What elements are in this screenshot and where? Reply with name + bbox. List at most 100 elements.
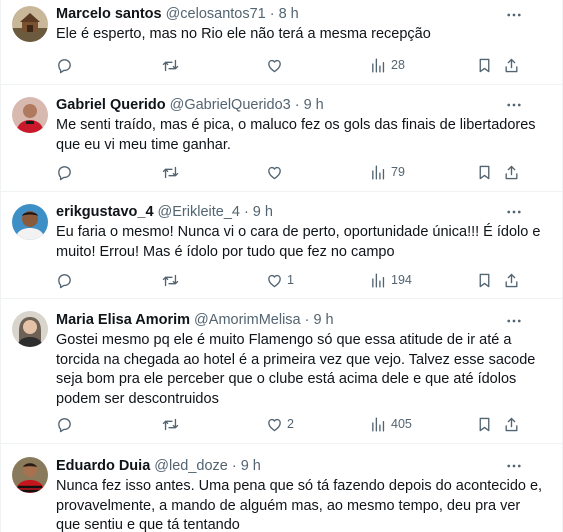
man-portrait-avatar[interactable] <box>12 204 48 240</box>
reply-tweet[interactable]: Gabriel Querido @GabrielQuerido3 · 9 h M… <box>1 85 562 192</box>
view-count: 194 <box>391 273 412 287</box>
timestamp[interactable]: 9 h <box>313 312 333 328</box>
views-button[interactable]: 79 <box>370 162 405 182</box>
retweet-icon <box>162 272 179 289</box>
wooden-hut-avatar[interactable] <box>12 6 48 42</box>
tweet-text-line: Eu faria o mesmo! Nunca vi o cara de per… <box>56 224 541 240</box>
retweet-button[interactable] <box>162 414 179 434</box>
share-icon <box>503 416 520 433</box>
bar-chart-icon <box>370 272 387 289</box>
tweet-text-line: Nunca fez isso antes. Uma pena que só tá… <box>56 478 543 494</box>
reply-button[interactable] <box>56 414 73 434</box>
tweet-header: Maria Elisa Amorim @AmorimMelisa · 9 h <box>56 310 334 330</box>
heart-icon <box>266 272 283 289</box>
bookmark-icon <box>476 57 493 74</box>
timestamp[interactable]: 9 h <box>253 204 273 220</box>
tweet-text-line: que eu vi meu time ganhar. <box>56 136 231 153</box>
views-button[interactable]: 28 <box>370 55 405 75</box>
more-options-icon[interactable] <box>504 5 524 25</box>
woman-portrait-avatar[interactable] <box>12 311 48 347</box>
like-button[interactable]: 2 <box>266 414 294 434</box>
reply-button[interactable] <box>56 55 73 75</box>
timestamp[interactable]: 8 h <box>279 6 299 22</box>
retweet-icon <box>162 416 179 433</box>
tweet-text-line: que sentiu e que tá tentando <box>56 517 240 532</box>
views-button[interactable]: 405 <box>370 414 412 434</box>
separator-dot: · <box>294 97 300 113</box>
bookmark-icon <box>476 164 493 181</box>
share-button[interactable] <box>503 55 520 75</box>
more-options-icon[interactable] <box>504 95 524 115</box>
tweet-text: Nunca fez isso antes. Uma pena que só tá… <box>56 477 543 532</box>
bookmark-button[interactable] <box>476 414 493 434</box>
author-name[interactable]: Marcelo santos <box>56 6 162 22</box>
author-name[interactable]: Maria Elisa Amorim <box>56 312 190 328</box>
bar-chart-icon <box>370 57 387 74</box>
more-options-icon[interactable] <box>504 456 524 476</box>
more-options-icon[interactable] <box>504 202 524 222</box>
retweet-button[interactable] <box>162 162 179 182</box>
reply-icon <box>56 57 73 74</box>
bookmark-button[interactable] <box>476 162 493 182</box>
replies-feed: Marcelo santos @celosantos71 · 8 h Ele é… <box>0 0 563 532</box>
action-bar: 2 405 <box>56 414 526 434</box>
share-icon <box>503 272 520 289</box>
timestamp[interactable]: 9 h <box>241 458 261 474</box>
reply-tweet[interactable]: Maria Elisa Amorim @AmorimMelisa · 9 h G… <box>1 299 562 444</box>
view-count: 79 <box>391 165 405 179</box>
views-button[interactable]: 194 <box>370 270 412 290</box>
author-handle[interactable]: @led_doze <box>154 458 228 474</box>
separator-dot: · <box>231 458 237 474</box>
bookmark-button[interactable] <box>476 270 493 290</box>
share-icon <box>503 164 520 181</box>
reply-button[interactable] <box>56 270 73 290</box>
author-name[interactable]: erikgustavo_4 <box>56 204 154 220</box>
author-name[interactable]: Gabriel Querido <box>56 97 166 113</box>
like-button[interactable] <box>266 162 287 182</box>
share-button[interactable] <box>503 414 520 434</box>
retweet-icon <box>162 164 179 181</box>
reply-tweet[interactable]: Eduardo Duia @led_doze · 9 h Nunca fez i… <box>1 444 562 532</box>
share-button[interactable] <box>503 162 520 182</box>
retweet-button[interactable] <box>162 270 179 290</box>
tweet-text-line: seja bom pra ele perceber que o clube es… <box>56 371 517 387</box>
reply-tweet[interactable]: erikgustavo_4 @Erikleite_4 · 9 h Eu fari… <box>1 192 562 299</box>
heart-icon <box>266 416 283 433</box>
more-options-icon[interactable] <box>504 311 524 331</box>
tweet-text: Ele é esperto, mas no Rio ele não terá a… <box>56 25 526 45</box>
reply-tweet[interactable]: Marcelo santos @celosantos71 · 8 h Ele é… <box>1 0 562 85</box>
tweet-text-line: podem ser descontruidos <box>56 390 219 407</box>
separator-dot: · <box>243 204 249 220</box>
retweet-icon <box>162 57 179 74</box>
tweet-text-line: Me senti traído, mas é pica, o maluco fe… <box>56 117 536 133</box>
tweet-text: Gostei mesmo pq ele é muito Flamengo só … <box>56 331 536 409</box>
author-handle[interactable]: @AmorimMelisa <box>194 312 301 328</box>
share-button[interactable] <box>503 270 520 290</box>
tweet-text-line: torcida na chegada ao hotel é a primeira… <box>56 351 536 368</box>
tweet-text-line: Gostei mesmo pq ele é muito Flamengo só … <box>56 332 512 348</box>
separator-dot: · <box>304 312 310 328</box>
author-handle[interactable]: @Erikleite_4 <box>158 204 240 220</box>
tweet-text: Me senti traído, mas é pica, o maluco fe… <box>56 116 536 155</box>
like-button[interactable] <box>266 55 287 75</box>
reply-button[interactable] <box>56 162 73 182</box>
like-button[interactable]: 1 <box>266 270 294 290</box>
red-jersey-avatar[interactable] <box>12 97 48 133</box>
reply-icon <box>56 272 73 289</box>
tweet-text-line: Ele é esperto, mas no Rio ele não terá a… <box>56 26 431 42</box>
bar-chart-icon <box>370 164 387 181</box>
action-bar: 28 <box>56 55 526 75</box>
action-bar: 79 <box>56 162 526 182</box>
author-name[interactable]: Eduardo Duia <box>56 458 150 474</box>
reply-icon <box>56 416 73 433</box>
timestamp[interactable]: 9 h <box>304 97 324 113</box>
tweet-header: Eduardo Duia @led_doze · 9 h <box>56 456 261 476</box>
separator-dot: · <box>269 6 275 22</box>
view-count: 28 <box>391 58 405 72</box>
retweet-button[interactable] <box>162 55 179 75</box>
flamengo-shirt-avatar[interactable] <box>12 457 48 493</box>
bookmark-button[interactable] <box>476 55 493 75</box>
heart-icon <box>266 164 283 181</box>
author-handle[interactable]: @celosantos71 <box>166 6 266 22</box>
author-handle[interactable]: @GabrielQuerido3 <box>170 97 291 113</box>
